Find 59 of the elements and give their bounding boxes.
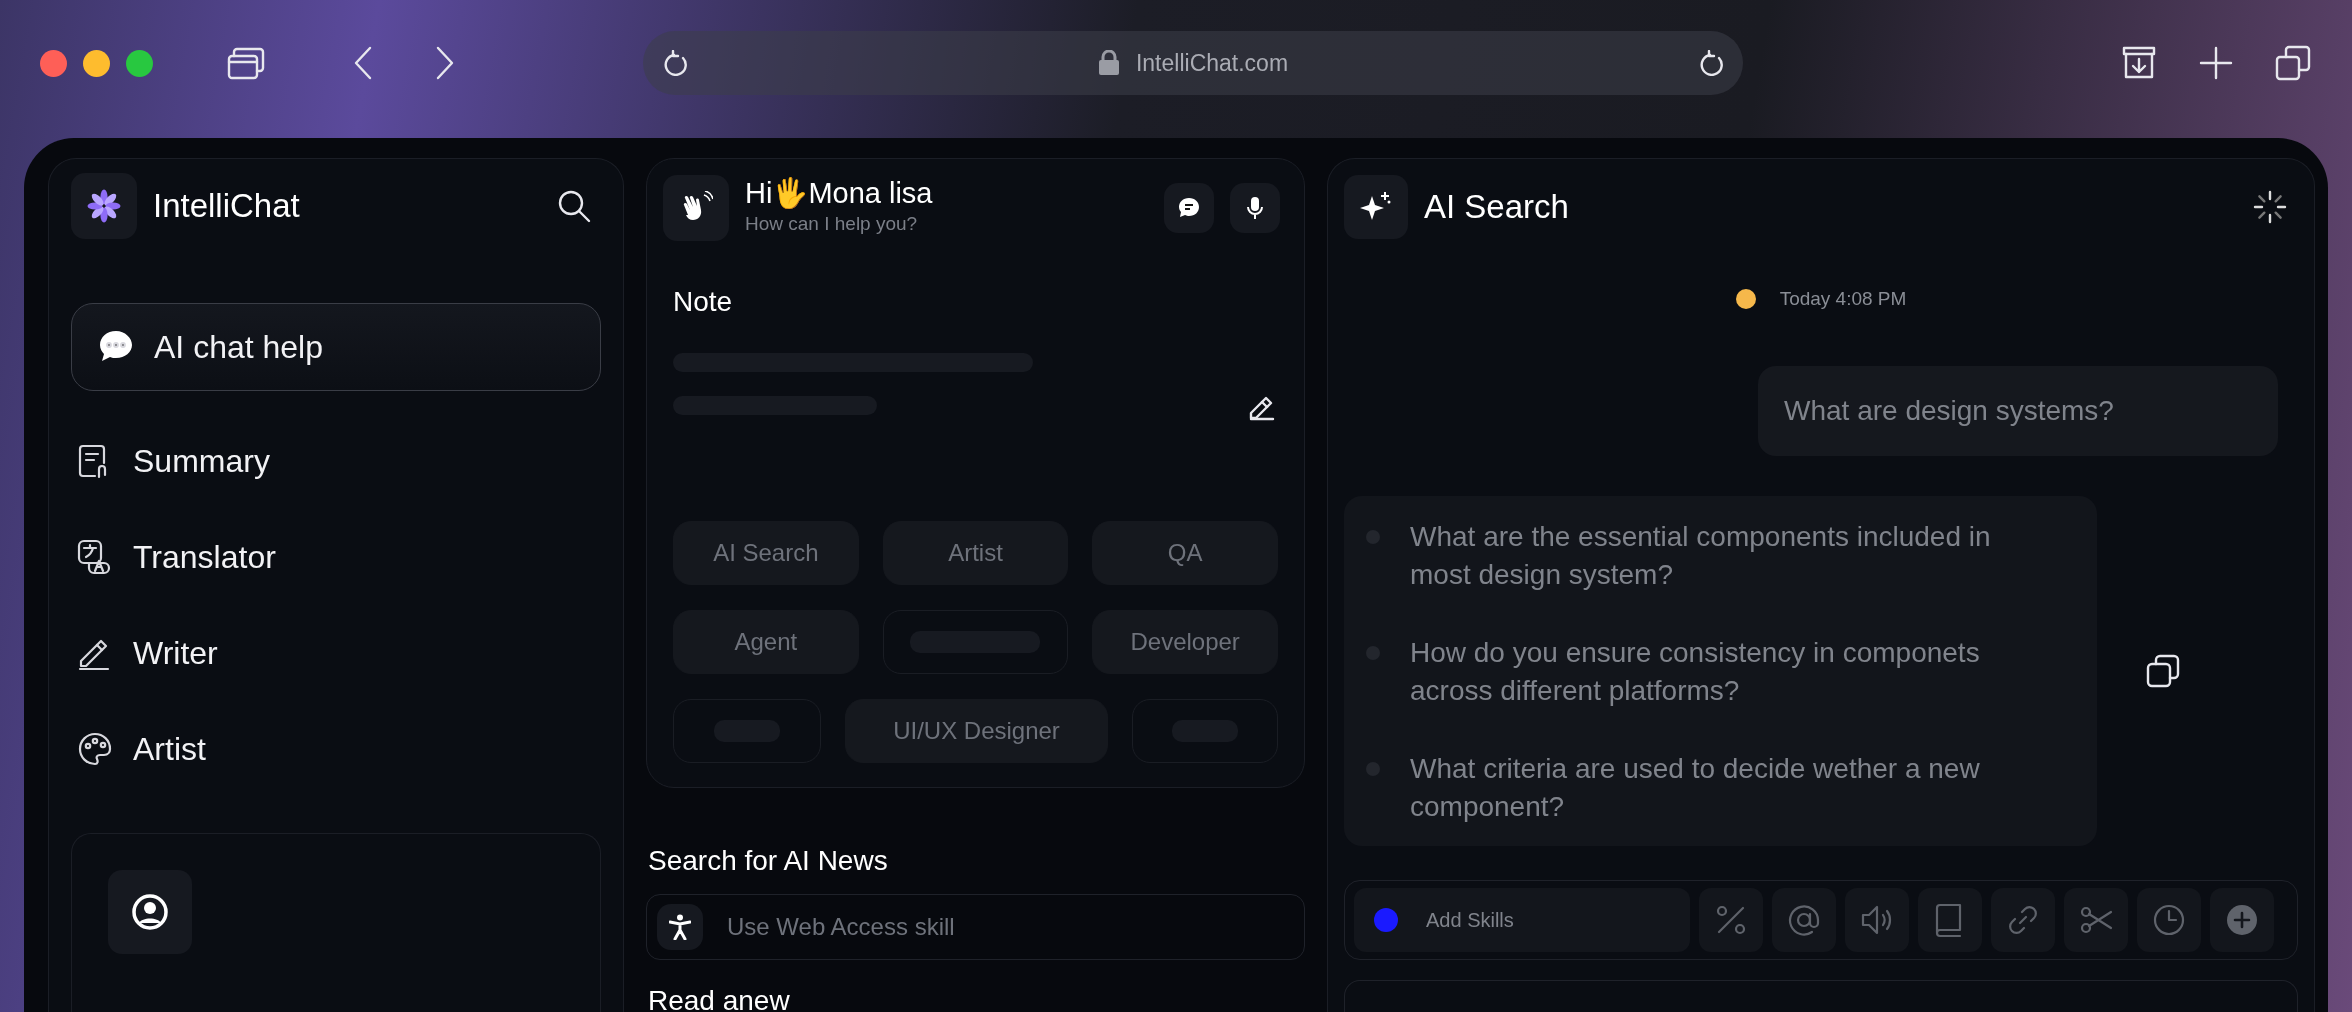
greeting-title: Hi🖐Mona lisa <box>745 177 933 211</box>
plus-icon[interactable] <box>2198 45 2234 81</box>
reload-icon[interactable] <box>1699 50 1723 76</box>
translate-icon <box>77 539 113 575</box>
chip[interactable]: AI Search <box>673 521 859 585</box>
back-icon[interactable] <box>353 45 373 81</box>
sidebar-item[interactable]: AI chat help <box>71 303 601 391</box>
brand-name: IntelliChat <box>153 186 300 227</box>
microphone-button[interactable] <box>1230 183 1280 233</box>
toolbar-button[interactable] <box>1991 887 2055 952</box>
greeting-subtitle: How can I help you? <box>745 212 919 237</box>
reload-icon[interactable] <box>663 50 687 76</box>
chip[interactable]: UI/UX Designer <box>845 699 1108 763</box>
search-field[interactable]: Use Web Access skill <box>646 894 1305 960</box>
input-field[interactable]: Use Web Access skill <box>725 908 1294 946</box>
loading-spinner-icon <box>2252 189 2288 225</box>
chat-button[interactable] <box>1164 183 1214 233</box>
user-avatar-icon <box>131 893 169 931</box>
flower-logo-icon <box>87 189 121 223</box>
sidebar-item[interactable]: Summary <box>71 413 601 509</box>
sidebar-item[interactable]: Artist <box>71 701 601 797</box>
toolbar-button[interactable] <box>2210 887 2274 952</box>
lock-icon <box>1097 50 1120 76</box>
suggestion-text[interactable]: What are the essential components included in most design system? <box>1410 517 2057 594</box>
tabs-icon[interactable] <box>227 46 265 80</box>
copy-icon[interactable] <box>2145 652 2181 689</box>
note-title: Note <box>673 285 734 319</box>
search-icon[interactable] <box>557 189 591 223</box>
toolbar-button[interactable] <box>1845 887 1909 952</box>
section-title: Search for AI News <box>648 844 889 878</box>
message-bubble: What are design systems? <box>1758 365 2278 456</box>
window-control-dot[interactable] <box>83 49 110 77</box>
chip[interactable]: QA <box>1092 521 1278 585</box>
palette-icon <box>77 731 113 767</box>
section-title: Read anew <box>648 984 791 1012</box>
toolbar-button[interactable] <box>1699 887 1763 952</box>
speech-bubble-icon <box>1178 197 1200 219</box>
skills-field[interactable]: Add Skills <box>1354 887 1690 952</box>
toolbar-button[interactable] <box>1772 887 1836 952</box>
suggestion-text[interactable]: What criteria are used to decide wether a new component? <box>1410 749 2057 826</box>
microphone-icon <box>1246 196 1264 220</box>
sidebar-item[interactable]: Translator <box>71 509 601 605</box>
url-text[interactable]: IntelliChat.com <box>1135 45 1289 81</box>
timestamp: Today 4:08 PM <box>1779 287 1907 311</box>
chip[interactable]: Agent <box>673 610 859 674</box>
chip[interactable]: Developer <box>1092 610 1278 674</box>
toolbar-button[interactable] <box>1918 887 1982 952</box>
input-field[interactable]: Add Skills <box>1424 903 1654 936</box>
forward-icon[interactable] <box>435 45 455 81</box>
chat-title: AI Search <box>1424 187 1569 228</box>
window-control-dot[interactable] <box>126 49 153 77</box>
suggestion-text[interactable]: How do you ensure consistency in componets across different platforms? <box>1410 633 2057 710</box>
person-icon <box>669 914 691 940</box>
chip[interactable]: Artist <box>882 521 1069 585</box>
toolbar-button[interactable] <box>2064 887 2128 952</box>
window-control-dot[interactable] <box>40 49 67 77</box>
windows-icon[interactable] <box>2274 44 2312 82</box>
sidebar-item[interactable]: Writer <box>71 605 601 701</box>
toolbar-button[interactable] <box>2137 887 2201 952</box>
